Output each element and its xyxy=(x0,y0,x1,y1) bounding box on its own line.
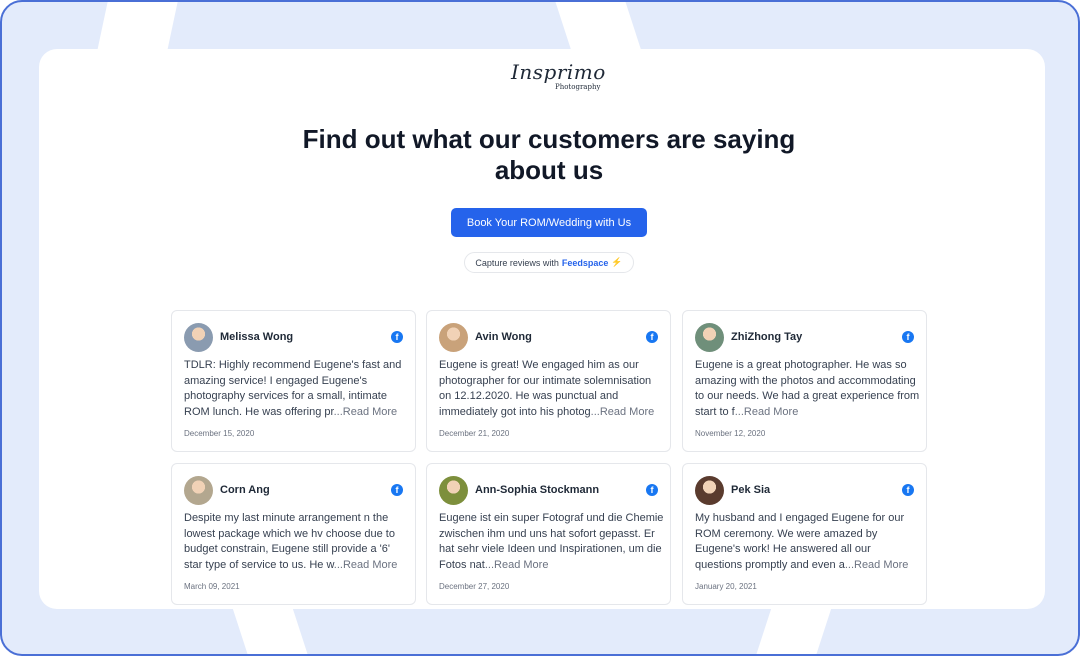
read-more-link[interactable]: ...Read More xyxy=(735,406,799,418)
review-card[interactable]: ZhiZhong Tay f Eugene is a great photogr… xyxy=(682,310,927,452)
logo-name: Insprimo xyxy=(511,60,606,84)
facebook-icon[interactable]: f xyxy=(646,484,658,496)
review-date: December 27, 2020 xyxy=(439,582,510,591)
review-text: Despite my last minute arrangement n the… xyxy=(184,511,409,573)
reviewer-name: Ann-Sophia Stockmann xyxy=(475,484,600,496)
review-card[interactable]: Pek Sia f My husband and I engaged Eugen… xyxy=(682,463,927,605)
review-text: Eugene is great! We engaged him as our p… xyxy=(439,358,664,420)
page-frame: Insprimo Photography Find out what our c… xyxy=(0,0,1080,656)
book-button[interactable]: Book Your ROM/Wedding with Us xyxy=(451,208,647,237)
logo-subtitle: Photography xyxy=(555,83,601,91)
avatar xyxy=(439,476,468,505)
avatar xyxy=(695,323,724,352)
review-date: November 12, 2020 xyxy=(695,429,766,438)
avatar xyxy=(184,323,213,352)
facebook-icon[interactable]: f xyxy=(902,331,914,343)
facebook-icon[interactable]: f xyxy=(902,484,914,496)
review-card[interactable]: Melissa Wong f TDLR: Highly recommend Eu… xyxy=(171,310,416,452)
review-card[interactable]: Ann-Sophia Stockmann f Eugene ist ein su… xyxy=(426,463,671,605)
read-more-link[interactable]: ...Read More xyxy=(334,406,398,418)
bg-stripe xyxy=(750,602,834,654)
testimonial-panel: Insprimo Photography Find out what our c… xyxy=(39,49,1045,609)
avatar xyxy=(439,323,468,352)
read-more-link[interactable]: ...Read More xyxy=(485,559,549,571)
reviewer-name: Melissa Wong xyxy=(220,331,294,343)
reviewer-name: ZhiZhong Tay xyxy=(731,331,803,343)
avatar xyxy=(695,476,724,505)
read-more-link[interactable]: ...Read More xyxy=(845,559,909,571)
facebook-icon[interactable]: f xyxy=(646,331,658,343)
review-date: December 15, 2020 xyxy=(184,429,255,438)
review-date: January 20, 2021 xyxy=(695,582,757,591)
review-body: Eugene is a great photographer. He was s… xyxy=(695,359,920,418)
bolt-icon: ⚡ xyxy=(611,257,623,267)
review-card[interactable]: Avin Wong f Eugene is great! We engaged … xyxy=(426,310,671,452)
page-title: Find out what our customers are saying a… xyxy=(302,124,796,185)
review-text: TDLR: Highly recommend Eugene's fast and… xyxy=(184,358,409,420)
facebook-icon[interactable]: f xyxy=(391,484,403,496)
reviewer-name: Pek Sia xyxy=(731,484,771,496)
capture-text: Capture reviews with xyxy=(475,257,559,268)
review-text: Eugene ist ein super Fotograf und die Ch… xyxy=(439,511,664,573)
review-card[interactable]: Corn Ang f Despite my last minute arrang… xyxy=(171,463,416,605)
feedspace-link[interactable]: Feedspace xyxy=(562,258,609,268)
reviewer-name: Avin Wong xyxy=(475,331,532,343)
avatar xyxy=(184,476,213,505)
reviewer-name: Corn Ang xyxy=(220,484,270,496)
read-more-link[interactable]: ...Read More xyxy=(334,559,398,571)
brand-logo: Insprimo Photography xyxy=(509,52,605,102)
review-text: Eugene is a great photographer. He was s… xyxy=(695,358,920,420)
bg-stripe xyxy=(552,2,642,52)
read-more-link[interactable]: ...Read More xyxy=(591,406,655,418)
review-body: Eugene ist ein super Fotograf und die Ch… xyxy=(439,512,664,571)
review-text: My husband and I engaged Eugene for our … xyxy=(695,511,920,573)
review-date: March 09, 2021 xyxy=(184,582,240,591)
facebook-icon[interactable]: f xyxy=(391,331,403,343)
bg-stripe xyxy=(230,602,314,654)
capture-reviews-badge[interactable]: Capture reviews with Feedspace ⚡ xyxy=(464,252,634,273)
review-date: December 21, 2020 xyxy=(439,429,510,438)
